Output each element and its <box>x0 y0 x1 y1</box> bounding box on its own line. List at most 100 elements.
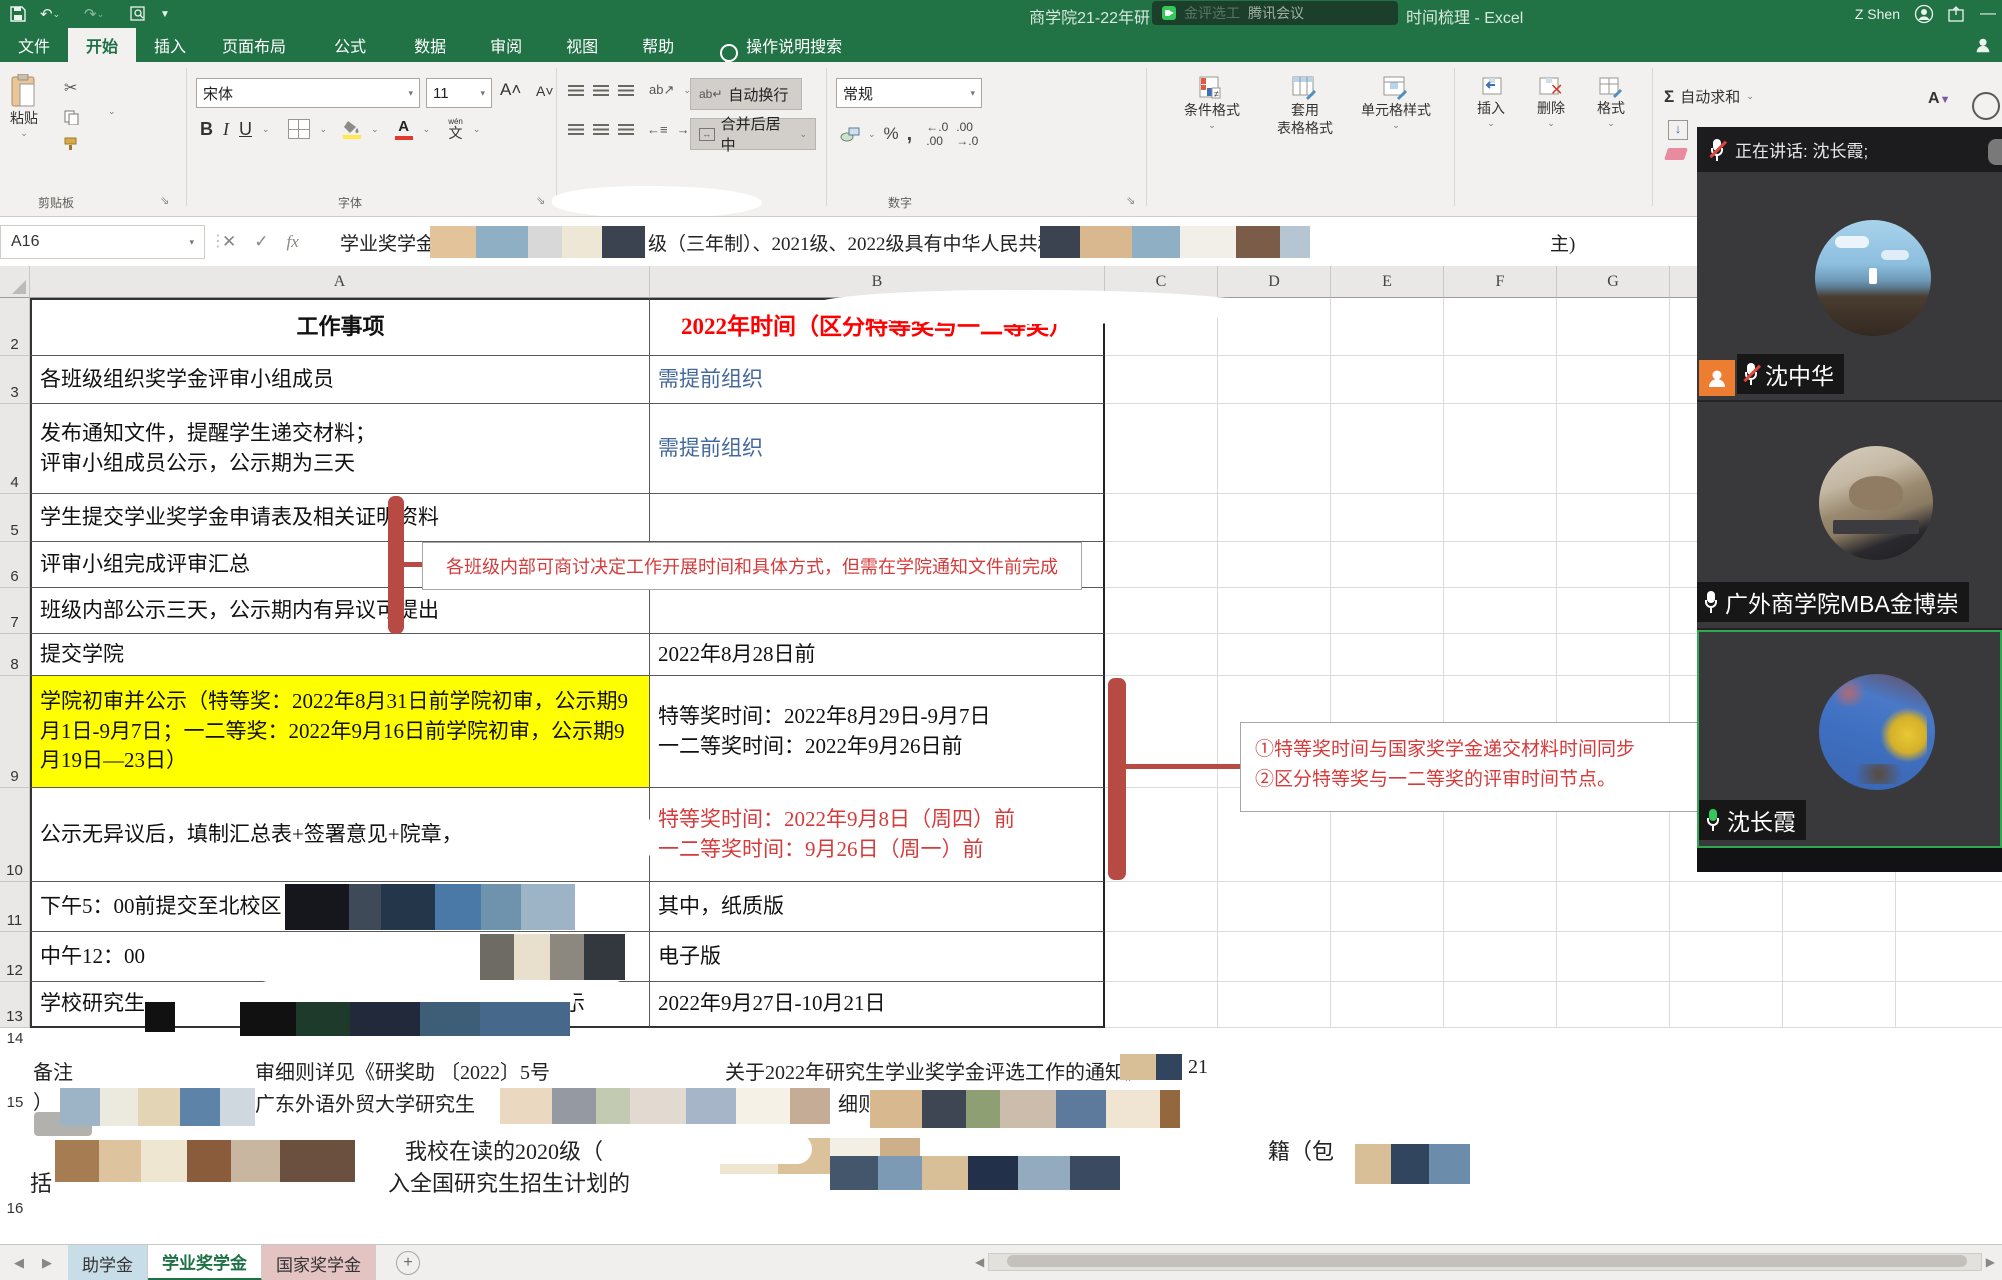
cell-b10[interactable]: 特等奖时间：2022年9月8日（周四）前 一二等奖时间：9月26日（周一）前 <box>650 788 1105 882</box>
column-header-f[interactable]: F <box>1444 266 1557 298</box>
tab-file[interactable]: 文件 <box>0 28 68 62</box>
phonetic-guide-button[interactable]: wén文 <box>448 118 463 140</box>
number-dialog-launcher-icon[interactable]: ⇘ <box>1126 194 1135 207</box>
tab-formulas[interactable]: 公式 <box>316 28 384 62</box>
tab-view[interactable]: 视图 <box>548 28 616 62</box>
orientation-icon[interactable]: ab↗ <box>649 82 674 98</box>
participant-tile[interactable]: 广外商学院MBA金博崇 <box>1697 402 2002 630</box>
horizontal-scrollbar-thumb[interactable] <box>1007 1255 1967 1267</box>
decrease-indent-icon[interactable]: ←≡ <box>647 122 668 137</box>
increase-font-icon[interactable]: A˄ <box>500 80 521 100</box>
fill-down-icon[interactable]: ↓ <box>1668 120 1688 140</box>
wrap-text-button[interactable]: ab↵ 自动换行 <box>690 78 802 110</box>
decrease-font-icon[interactable]: A˅ <box>536 83 554 99</box>
cell-b4[interactable]: 需提前组织 <box>650 404 1105 494</box>
cell-styles-button[interactable]: 单元格样式⌄ <box>1346 76 1446 131</box>
percent-style-icon[interactable]: % <box>884 124 899 144</box>
row-number[interactable]: 2 <box>0 298 30 356</box>
underline-dropdown-icon[interactable]: ⌄ <box>262 124 270 135</box>
borders-icon[interactable] <box>288 119 310 139</box>
new-sheet-button[interactable]: + <box>396 1251 420 1275</box>
column-header-a[interactable]: A <box>30 266 650 298</box>
redo-icon[interactable]: ↷⌄ <box>84 3 104 25</box>
delete-cells-button[interactable]: ✕ 删除⌄ <box>1526 76 1576 129</box>
sheet-nav-right-icon[interactable]: ▶ <box>42 1255 52 1271</box>
sheet-tab-xueye-jiangxuejin[interactable]: 学业奖学金 <box>148 1245 262 1280</box>
account-avatar-icon[interactable] <box>1914 4 1934 24</box>
tab-help[interactable]: 帮助 <box>624 28 692 62</box>
underline-button[interactable]: U <box>239 119 252 140</box>
format-cells-button[interactable]: 格式⌄ <box>1586 76 1636 129</box>
insert-cells-button[interactable]: 插入⌄ <box>1466 76 1516 129</box>
hscroll-left-icon[interactable]: ◀ <box>975 1255 984 1269</box>
bold-button[interactable]: B <box>200 119 213 140</box>
sheet-nav-left-icon[interactable]: ◀ <box>14 1255 24 1271</box>
cell-b13[interactable]: 2022年9月27日-10月21日 <box>650 982 1105 1028</box>
decrease-decimal-icon[interactable]: .00→.0 <box>956 120 978 148</box>
copy-icon[interactable] <box>64 110 79 125</box>
account-name[interactable]: Z Shen <box>1855 6 1900 22</box>
formula-text-3[interactable]: 主) <box>1550 229 1575 256</box>
cell-a8[interactable]: 提交学院 <box>30 634 650 676</box>
align-left-icon[interactable] <box>568 124 584 135</box>
fill-color-button[interactable] <box>343 120 361 139</box>
increase-decimal-icon[interactable]: ←.0.00 <box>926 120 948 148</box>
format-as-table-button[interactable]: 套用表格格式 <box>1270 76 1340 137</box>
borders-dropdown-icon[interactable]: ⌄ <box>320 124 328 135</box>
save-icon[interactable] <box>10 3 26 25</box>
clipboard-dialog-launcher-icon[interactable]: ⇘ <box>160 194 169 207</box>
customize-quick-access-icon[interactable]: ▼ <box>160 3 170 25</box>
enter-icon[interactable]: ✓ <box>254 232 268 252</box>
row-number[interactable]: 9 <box>0 676 30 788</box>
sort-filter-icon[interactable]: A▼ <box>1928 90 1950 108</box>
clipboard-dropdown-icon[interactable]: ⌄ <box>108 106 116 117</box>
row-number[interactable]: 4 <box>0 404 30 494</box>
row-number[interactable]: 3 <box>0 356 30 404</box>
align-middle-icon[interactable] <box>593 85 609 96</box>
row-number[interactable]: 6 <box>0 542 30 588</box>
print-preview-icon[interactable] <box>130 3 148 25</box>
cell-b9[interactable]: 特等奖时间：2022年8月29日-9月7日 一二等奖时间：2022年9月26日前 <box>650 676 1105 788</box>
find-select-icon[interactable] <box>1972 92 2000 120</box>
italic-button[interactable]: I <box>223 119 229 140</box>
row-number[interactable]: 14 <box>0 1030 30 1047</box>
column-header-d[interactable]: D <box>1218 266 1331 298</box>
format-painter-icon[interactable] <box>64 137 80 151</box>
row-number[interactable]: 11 <box>0 882 30 932</box>
cell-b8[interactable]: 2022年8月28日前 <box>650 634 1105 676</box>
autosum-button[interactable]: Σ 自动求和⌄ <box>1664 86 1754 107</box>
name-box[interactable]: A16▾ <box>0 225 205 259</box>
cancel-icon[interactable]: ✕ <box>222 232 236 252</box>
select-all-corner[interactable] <box>0 266 30 298</box>
comma-style-icon[interactable]: , <box>907 123 913 146</box>
tab-page-layout[interactable]: 页面布局 <box>204 28 304 62</box>
cell-a3[interactable]: 各班级组织奖学金评审小组成员 <box>30 356 650 404</box>
align-center-icon[interactable] <box>593 124 609 135</box>
participant-tile-speaking[interactable]: 沈长霞 <box>1697 630 2002 848</box>
clear-eraser-icon[interactable] <box>1664 148 1688 160</box>
column-header-e[interactable]: E <box>1331 266 1444 298</box>
tab-review[interactable]: 审阅 <box>472 28 540 62</box>
sheet-tab-zhuxuejin[interactable]: 助学金 <box>68 1245 148 1280</box>
paste-button[interactable]: 粘贴⌄ <box>10 74 38 139</box>
cell-a5[interactable]: 学生提交学业奖学金申请表及相关证明资料 <box>30 494 650 542</box>
hscroll-right-icon[interactable]: ▶ <box>1986 1255 1995 1269</box>
cell-b7[interactable] <box>650 588 1105 634</box>
row-number[interactable]: 13 <box>0 982 30 1028</box>
row-number[interactable]: 15 <box>0 1094 30 1111</box>
row-number[interactable]: 8 <box>0 634 30 676</box>
merge-center-button[interactable]: ↔ 合并后居中⌄ <box>690 118 816 150</box>
accounting-dropdown-icon[interactable]: ⌄ <box>868 129 876 140</box>
panel-collapse-handle[interactable] <box>1988 139 2002 165</box>
undo-icon[interactable]: ↶⌄ <box>40 3 60 25</box>
font-name-select[interactable]: 宋体▾ <box>196 78 420 108</box>
row-number[interactable]: 7 <box>0 588 30 634</box>
fill-color-dropdown-icon[interactable]: ⌄ <box>371 124 379 135</box>
cut-icon[interactable]: ✂ <box>64 78 80 98</box>
cell-b11[interactable]: 其中，纸质版 <box>650 882 1105 932</box>
cell-a2[interactable]: 工作事项 <box>30 298 650 356</box>
phonetic-dropdown-icon[interactable]: ⌄ <box>473 124 481 135</box>
row-number[interactable]: 10 <box>0 788 30 882</box>
insert-function-icon[interactable]: fx <box>287 232 299 252</box>
accounting-format-icon[interactable] <box>840 126 860 142</box>
